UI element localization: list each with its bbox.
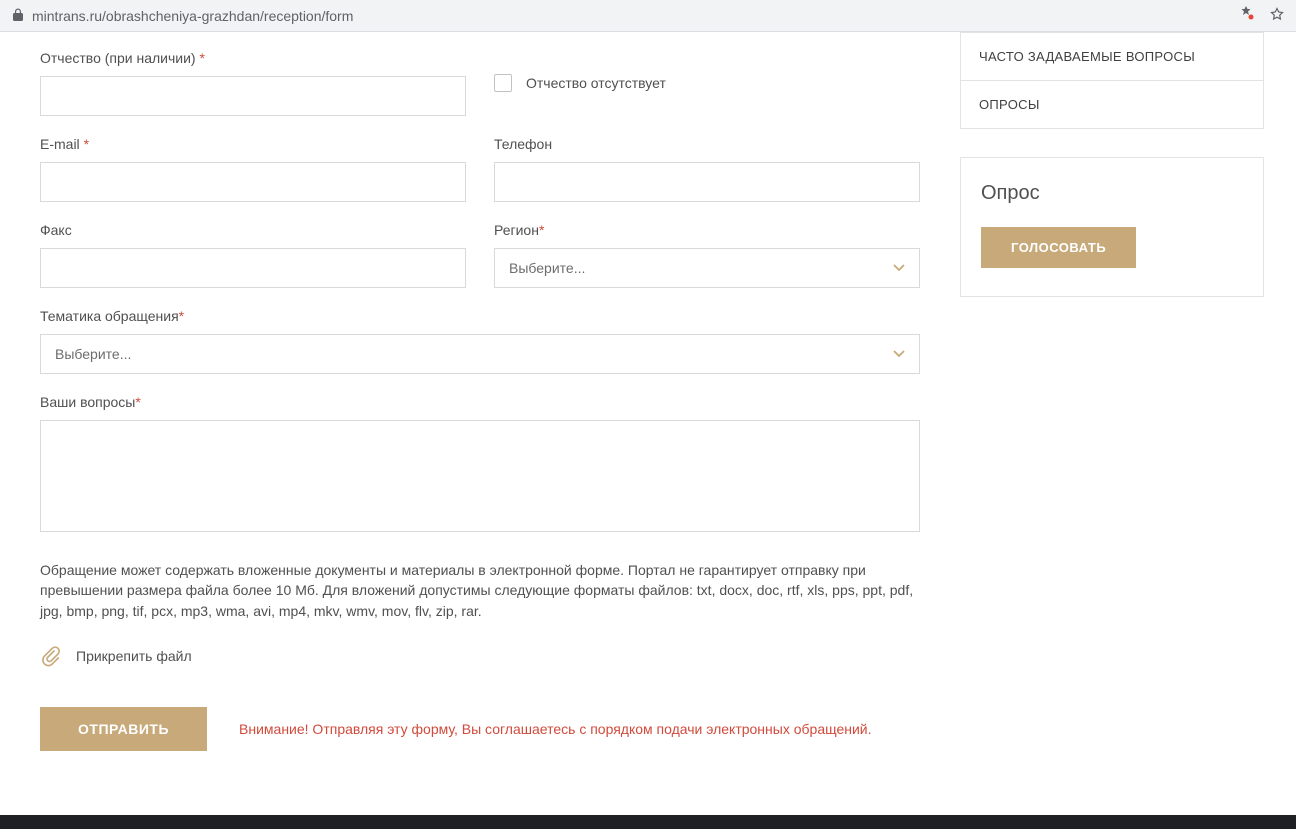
no-patronymic-checkbox[interactable] [494,74,512,92]
phone-input[interactable] [494,162,920,202]
vote-button[interactable]: ГОЛОСОВАТЬ [981,227,1136,268]
phone-label: Телефон [494,136,920,152]
questions-textarea[interactable] [40,420,920,532]
patronymic-input[interactable] [40,76,466,116]
chevron-down-icon [893,264,905,272]
topic-select[interactable]: Выберите... [40,334,920,374]
attach-file-label: Прикрепить файл [76,648,192,664]
region-label: Регион* [494,222,920,238]
no-patronymic-label: Отчество отсутствует [526,75,666,91]
attach-file-button[interactable]: Прикрепить файл [40,645,920,667]
topic-select-value: Выберите... [55,346,131,362]
sidebar-item-polls[interactable]: ОПРОСЫ [961,81,1263,128]
sidebar-nav: ЧАСТО ЗАДАВАЕМЫЕ ВОПРОСЫ ОПРОСЫ [960,32,1264,129]
patronymic-label: Отчество (при наличии) * [40,50,466,66]
poll-title: Опрос [981,182,1243,205]
poll-widget: Опрос ГОЛОСОВАТЬ [960,157,1264,297]
email-label: E-mail * [40,136,466,152]
paperclip-icon [40,645,62,667]
form-area: Отчество (при наличии) * Отчество отсутс… [0,32,960,791]
fax-label: Факс [40,222,466,238]
star-icon[interactable] [1270,7,1284,24]
questions-label: Ваши вопросы* [40,394,920,410]
submit-button[interactable]: ОТПРАВИТЬ [40,707,207,751]
fax-input[interactable] [40,248,466,288]
footer [0,815,1296,829]
region-select[interactable]: Выберите... [494,248,920,288]
email-input[interactable] [40,162,466,202]
chevron-down-icon [893,350,905,358]
url-text[interactable]: mintrans.ru/obrashcheniya-grazhdan/recep… [32,8,1230,24]
browser-address-bar: mintrans.ru/obrashcheniya-grazhdan/recep… [0,0,1296,32]
region-select-value: Выберите... [509,260,585,276]
topic-label: Тематика обращения* [40,308,920,324]
lock-icon [12,8,24,24]
sidebar: ЧАСТО ЗАДАВАЕМЫЕ ВОПРОСЫ ОПРОСЫ Опрос ГО… [960,32,1280,791]
consent-warning: Внимание! Отправляя эту форму, Вы соглаш… [239,721,872,737]
sidebar-item-faq[interactable]: ЧАСТО ЗАДАВАЕМЫЕ ВОПРОСЫ [961,33,1263,81]
attachment-note: Обращение может содержать вложенные доку… [40,560,920,621]
translate-icon[interactable] [1238,5,1254,26]
